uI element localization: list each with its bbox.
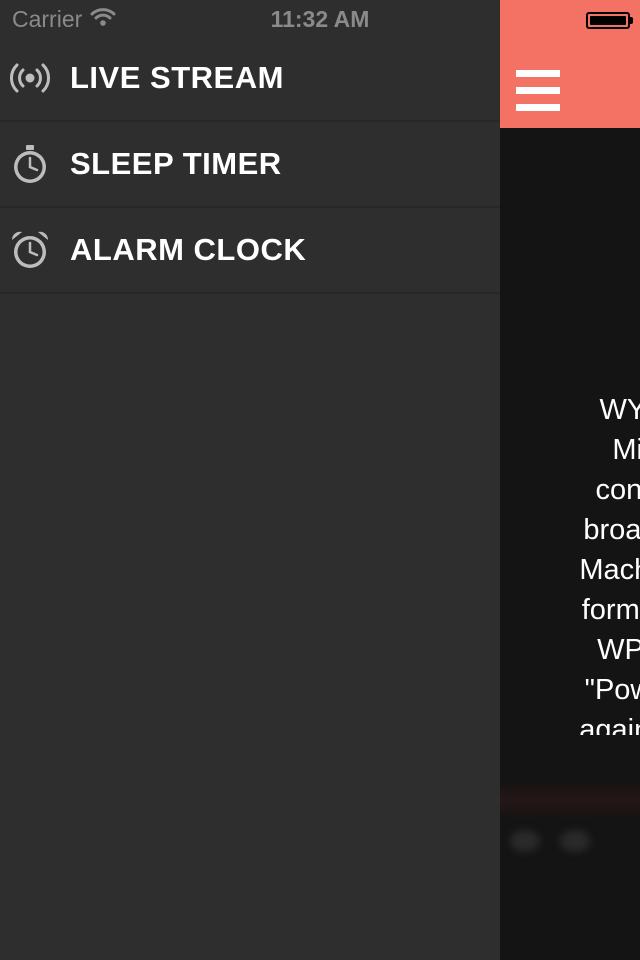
broadcast-icon — [8, 56, 52, 100]
description-line: format. In — [581, 594, 640, 626]
description-line: again and — [579, 714, 640, 735]
menu-item-label: ALARM CLOCK — [70, 232, 307, 267]
hamburger-bar — [516, 104, 560, 111]
description-line: "Power 1 — [584, 674, 640, 706]
menu-toggle-button[interactable] — [516, 70, 560, 112]
menu-item-sleep-timer[interactable]: SLEEP TIMER — [0, 122, 500, 208]
player-controls-blurred — [510, 830, 590, 852]
blurred-control — [560, 830, 590, 852]
hamburger-bar — [516, 70, 560, 77]
menu-item-live-stream[interactable]: LIVE STREAM — [0, 36, 500, 122]
menu-item-alarm-clock[interactable]: ALARM CLOCK — [0, 208, 500, 294]
description-line: Machine - — [579, 554, 640, 586]
description-line: WYBR — [599, 394, 640, 426]
station-description: WYBR Mich contem broadcas Machine - format. I… — [500, 390, 640, 735]
hamburger-bar — [516, 87, 560, 94]
status-bar: Carrier 11:32 AM — [0, 0, 640, 40]
menu-item-label: SLEEP TIMER — [70, 146, 282, 181]
description-line: contem — [595, 474, 640, 506]
main-content-panel[interactable]: WYBR Mich contem broadcas Machine - format. I… — [500, 0, 640, 960]
station-description-text: WYBR Mich contem broadcas Machine - format. I… — [500, 390, 640, 735]
clock-time: 11:32 AM — [270, 6, 370, 32]
battery-icon — [586, 12, 633, 29]
description-line: WPZX, — [597, 634, 640, 666]
side-menu-drawer: LIVE STREAM SLEEP TIMER ALARM CLOCK — [0, 0, 500, 960]
menu-item-label: LIVE STREAM — [70, 60, 284, 95]
blurred-control — [510, 830, 540, 852]
side-menu: LIVE STREAM SLEEP TIMER ALARM CLOCK — [0, 36, 500, 294]
description-line: Mich — [612, 434, 640, 466]
description-line: broadcas — [583, 514, 640, 546]
stopwatch-icon — [8, 142, 52, 186]
battery-level — [590, 16, 626, 25]
app-screen: LIVE STREAM SLEEP TIMER ALARM CLOCK WY M… — [0, 0, 640, 960]
alarm-clock-icon — [8, 228, 52, 272]
player-divider-glow — [500, 780, 640, 820]
